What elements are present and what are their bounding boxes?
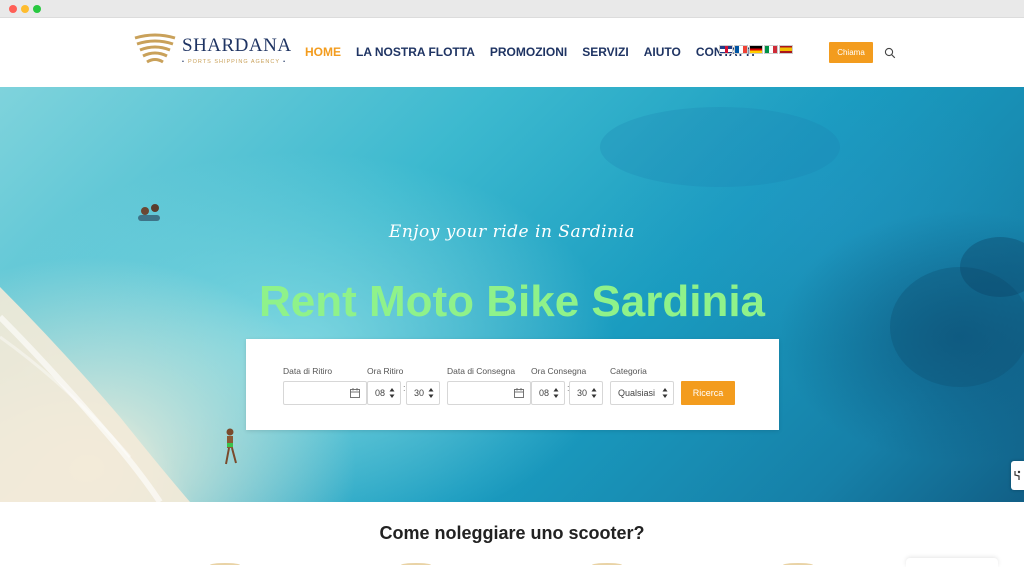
step-3-icon <box>592 563 622 567</box>
browser-titlebar <box>0 0 1024 18</box>
return-minute-value: 30 <box>577 388 588 398</box>
close-window-button[interactable] <box>9 5 17 13</box>
walking-person <box>225 428 237 465</box>
logo-waves-icon <box>134 33 176 64</box>
language-switcher <box>719 45 793 54</box>
menu-item-promotions[interactable]: PROMOZIONI <box>490 45 567 59</box>
select-arrows-icon <box>428 388 434 398</box>
accessibility-icon <box>1014 470 1021 480</box>
return-date-label: Data di Consegna <box>447 366 516 376</box>
flag-it-icon[interactable] <box>764 45 778 54</box>
pickup-date-input[interactable] <box>283 381 367 405</box>
select-arrows-icon <box>662 388 668 398</box>
maximize-window-button[interactable] <box>33 5 41 13</box>
how-to-rent-heading: Come noleggiare uno scooter? <box>379 523 645 543</box>
call-button[interactable]: Chiama <box>829 42 873 63</box>
step-4-icon <box>783 563 813 567</box>
main-menu: HOME LA NOSTRA FLOTTA PROMOZIONI SERVIZI… <box>305 45 755 59</box>
site-header: SHARDANA PORTS SHIPPING AGENCY HOME LA N… <box>0 18 1024 87</box>
return-minute-select[interactable]: 30 <box>569 381 603 405</box>
step-2-icon <box>401 563 431 567</box>
category-select[interactable]: Qualsiasi <box>610 381 674 405</box>
brand-logo[interactable]: SHARDANA PORTS SHIPPING AGENCY <box>133 32 293 72</box>
booking-search-form: Data di Ritiro Ora Ritiro 08 : 30 Data d… <box>246 339 779 430</box>
flag-de-icon[interactable] <box>749 45 763 54</box>
pickup-time-label: Ora Ritiro <box>367 366 404 376</box>
side-widget-tab[interactable] <box>1011 461 1024 490</box>
pickup-hour-select[interactable]: 08 <box>367 381 401 405</box>
return-time-label: Ora Consegna <box>531 366 587 376</box>
step-1-icon <box>210 563 240 567</box>
hero-banner: Enjoy your ride in Sardinia Rent Moto Bi… <box>0 87 1024 502</box>
menu-item-help[interactable]: AIUTO <box>644 45 681 59</box>
category-value: Qualsiasi <box>618 388 656 398</box>
select-arrows-icon <box>591 388 597 398</box>
hero-tagline: Enjoy your ride in Sardinia <box>388 222 636 242</box>
calendar-icon <box>514 388 524 398</box>
pickup-minute-select[interactable]: 30 <box>406 381 440 405</box>
return-date-input[interactable] <box>447 381 531 405</box>
brand-subtitle: PORTS SHIPPING AGENCY <box>175 59 293 65</box>
hero-title: Rent Moto Bike Sardinia <box>258 277 766 326</box>
category-label: Categoria <box>610 366 647 376</box>
flag-gb-icon[interactable] <box>719 45 733 54</box>
minimize-window-button[interactable] <box>21 5 29 13</box>
pickup-hour-value: 08 <box>375 388 386 398</box>
menu-item-services[interactable]: SERVIZI <box>582 45 628 59</box>
select-arrows-icon <box>553 388 559 398</box>
search-button[interactable]: Ricerca <box>681 381 735 405</box>
flag-fr-icon[interactable] <box>734 45 748 54</box>
menu-item-fleet[interactable]: LA NOSTRA FLOTTA <box>356 45 475 59</box>
swimmers <box>138 204 160 221</box>
calendar-icon <box>350 388 360 398</box>
pickup-date-label: Data di Ritiro <box>283 366 333 376</box>
return-hour-select[interactable]: 08 <box>531 381 565 405</box>
pickup-minute-value: 30 <box>414 388 425 398</box>
select-arrows-icon <box>389 388 395 398</box>
chat-widget[interactable] <box>906 558 998 567</box>
return-hour-value: 08 <box>539 388 550 398</box>
brand-name: SHARDANA <box>182 35 292 56</box>
search-icon[interactable] <box>884 47 896 59</box>
menu-item-home[interactable]: HOME <box>305 45 341 59</box>
flag-es-icon[interactable] <box>779 45 793 54</box>
